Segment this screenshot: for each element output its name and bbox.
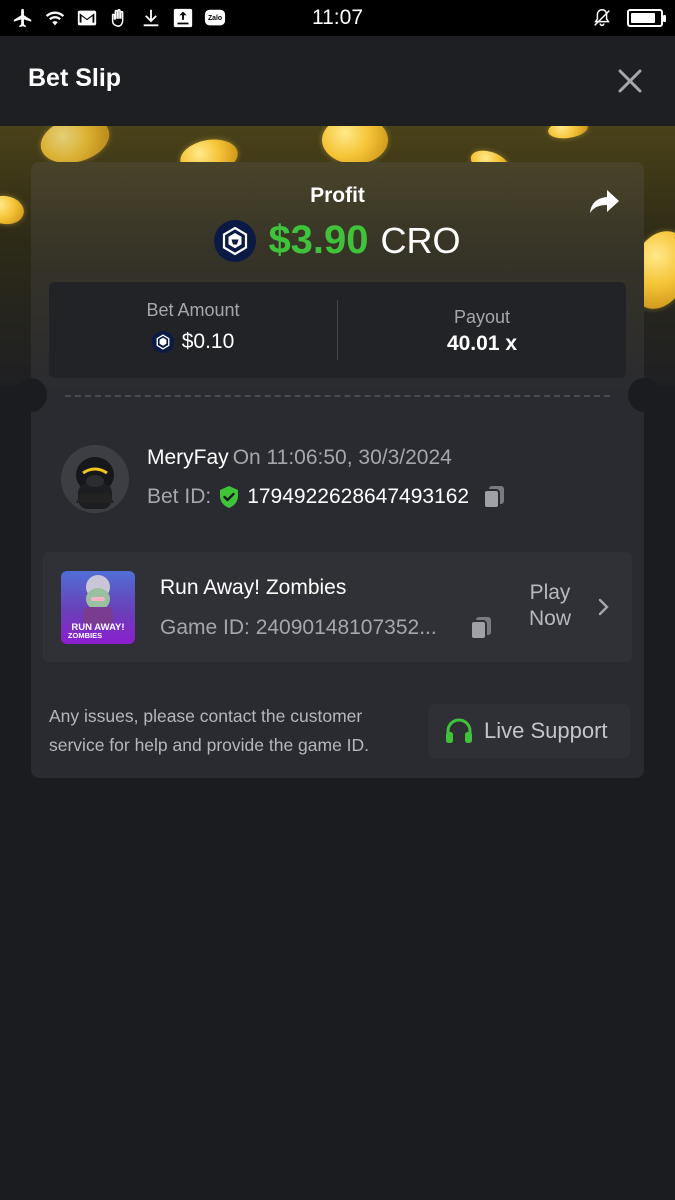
- avatar: [61, 445, 129, 513]
- coin-decoration: [546, 126, 590, 141]
- cro-coin-icon: [151, 331, 174, 353]
- username: MeryFay: [147, 446, 229, 469]
- game-row[interactable]: RUN AWAY! ZOMBIES Run Away! Zombies Game…: [43, 552, 632, 662]
- bet-stats: Bet Amount $0.10 Payout 40.01 x: [49, 282, 626, 378]
- bet-id-value: 1794922628647493162: [247, 485, 470, 508]
- chevron-right-icon: [598, 598, 609, 616]
- hand-icon: [108, 7, 130, 29]
- bet-amount-stat: Bet Amount $0.10: [49, 282, 337, 378]
- svg-text:Zalo: Zalo: [208, 15, 222, 22]
- play-now-button[interactable]: Play Now: [513, 580, 587, 632]
- close-button[interactable]: [615, 66, 645, 96]
- headset-icon: [446, 718, 472, 743]
- play-now-label: Play: [529, 581, 571, 604]
- close-icon: [618, 69, 642, 93]
- bet-amount-row: $0.10: [49, 330, 337, 354]
- bet-id-label: Bet ID:: [147, 485, 212, 508]
- ticket-notch: [15, 378, 47, 412]
- play-now-label: Now: [528, 607, 571, 630]
- airplane-icon: [12, 7, 34, 29]
- bell-off-icon: [591, 7, 613, 29]
- download-icon: [140, 7, 162, 29]
- coin-decoration: [322, 126, 388, 164]
- game-title: Run Away! Zombies: [160, 576, 347, 599]
- bet-id-row: Bet ID: 1794922628647493162: [147, 484, 507, 510]
- copy-icon[interactable]: [468, 615, 494, 641]
- profit-section: Profit $3.90 CRO Bet Amount $0.10 Payout…: [31, 162, 644, 394]
- payout-value: 40.01 x: [446, 332, 518, 355]
- coin-decoration: [0, 192, 27, 228]
- bet-amount-label: Bet Amount: [146, 300, 240, 320]
- payout-label: Payout: [453, 307, 511, 327]
- game-thumbnail: RUN AWAY! ZOMBIES: [61, 571, 135, 644]
- game-id-row: Game ID: 24090148107352...: [160, 615, 494, 641]
- bet-timestamp: On 11:06:50, 30/3/2024: [232, 446, 452, 469]
- cro-coin-icon: [214, 219, 257, 262]
- verified-shield-icon: [220, 486, 239, 508]
- wifi-icon: [44, 7, 66, 29]
- profit-row: $3.90 CRO: [31, 218, 644, 263]
- zalo-icon: Zalo: [204, 7, 226, 29]
- bet-user-line: MeryFay On 11:06:50, 30/3/2024: [147, 446, 452, 470]
- live-support-button[interactable]: Live Support: [428, 704, 630, 758]
- page-title: Bet Slip: [28, 64, 122, 92]
- help-text: Any issues, please contact the customer …: [49, 706, 370, 755]
- profit-amount: $3.90: [268, 218, 369, 262]
- status-bar: Zalo 11:07: [0, 0, 675, 36]
- upload-app-icon: [172, 7, 194, 29]
- ticket-notch: [628, 378, 660, 412]
- bet-amount-value: $0.10: [181, 330, 235, 353]
- ticket-divider: [65, 395, 610, 397]
- battery-icon: [627, 9, 666, 27]
- live-support-label: Live Support: [484, 718, 608, 743]
- battery-level: [631, 13, 655, 23]
- gorilla-avatar-icon: [61, 445, 129, 513]
- profit-currency: CRO: [380, 219, 461, 261]
- bet-slip-card: Profit $3.90 CRO Bet Amount $0.10 Payout…: [15, 162, 660, 778]
- svg-text:ZOMBIES: ZOMBIES: [68, 631, 102, 640]
- bet-slip-header: Bet Slip: [0, 36, 675, 126]
- copy-icon[interactable]: [481, 484, 507, 510]
- profit-label: Profit: [310, 184, 365, 207]
- payout-stat: Payout 40.01 x: [338, 282, 626, 378]
- gmail-icon: [76, 7, 98, 29]
- share-icon[interactable]: [588, 188, 620, 216]
- game-id: Game ID: 24090148107352...: [160, 616, 437, 639]
